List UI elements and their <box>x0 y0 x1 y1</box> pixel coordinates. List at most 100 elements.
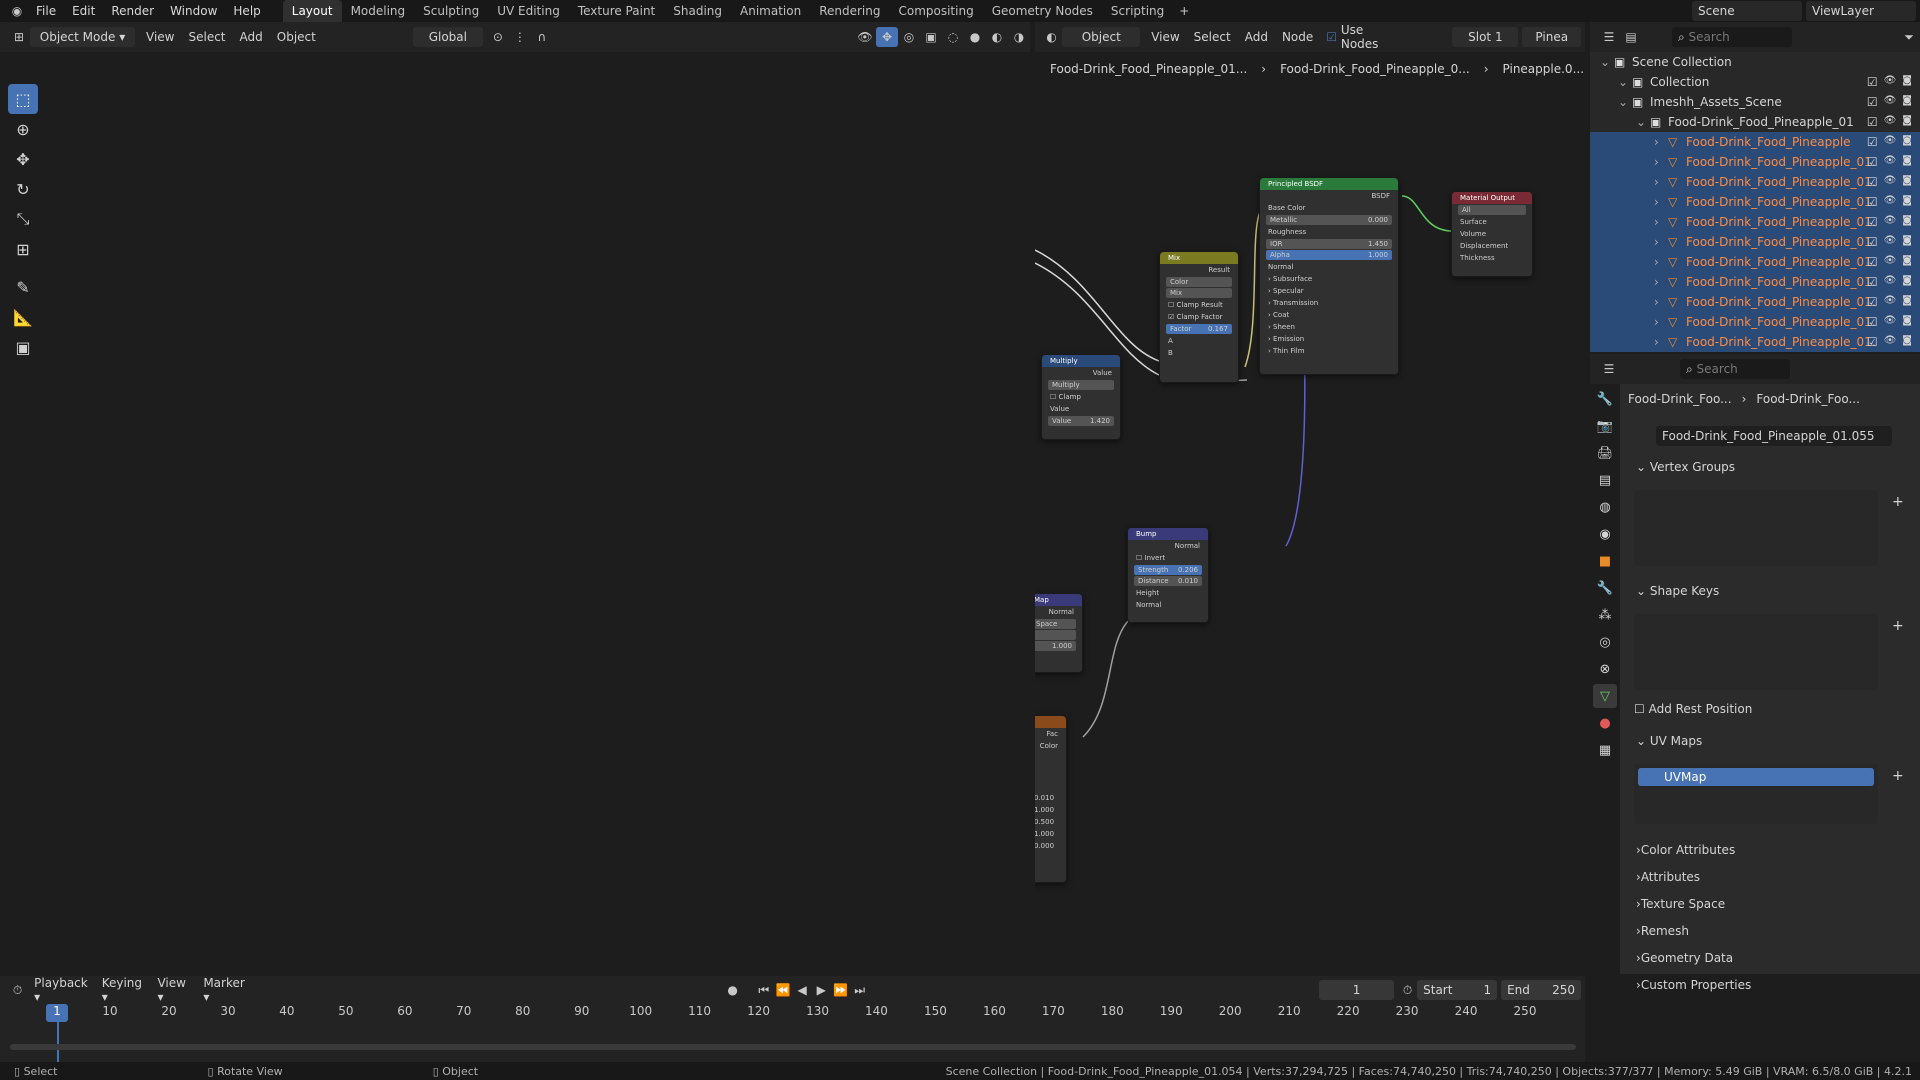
ramp-value-4[interactable]: 0.000 <box>1035 840 1066 852</box>
timeline-menu-playback[interactable]: Playback ▾ <box>27 976 95 1004</box>
vertex-groups-header[interactable]: ⌄ Vertex Groups <box>1620 454 1920 480</box>
tab-modeling[interactable]: Modeling <box>342 0 415 22</box>
rotate-tool[interactable]: ↻ <box>8 174 38 204</box>
clamp-factor-checkbox[interactable]: ☑ Clamp Factor <box>1160 311 1238 323</box>
panel-texture-space[interactable]: › Texture Space <box>1620 890 1920 917</box>
shader-type-dropdown[interactable]: Object <box>1062 27 1141 47</box>
ramp-value-2[interactable]: 0.500 <box>1035 816 1066 828</box>
tab-animation[interactable]: Animation <box>731 0 810 22</box>
panel-transmission[interactable]: › Transmission <box>1260 297 1398 309</box>
eye-icon[interactable]: 👁 <box>1884 275 1897 289</box>
eye-icon[interactable]: 👁 <box>1884 155 1897 169</box>
output-surface-input[interactable]: Surface <box>1452 216 1532 228</box>
outliner-row[interactable]: › ▽ Food-Drink_Food_Pineapple_01. ☑ 👁 ◙ <box>1590 292 1920 312</box>
texture-tab-icon[interactable]: ▦ <box>1593 738 1617 762</box>
outliner-expand-icon[interactable]: › <box>1654 195 1668 209</box>
node-menu-select[interactable]: Select <box>1187 30 1238 44</box>
material-selector[interactable]: Pinea <box>1522 27 1581 47</box>
ortho-grid-icon[interactable]: ⊞ <box>1000 267 1013 285</box>
prop-breadcrumb-mesh[interactable]: Food-Drink_Foo... <box>1756 392 1860 406</box>
outliner-row[interactable]: › ▽ Food-Drink_Food_Pineapple_01. ☑ 👁 ◙ <box>1590 212 1920 232</box>
uv-maps-add-icon[interactable]: + <box>1892 768 1904 784</box>
alpha-field[interactable]: Alpha 1.000 <box>1266 250 1392 260</box>
filter-icon[interactable]: ⏷ <box>1898 27 1920 47</box>
tab-rendering[interactable]: Rendering <box>810 0 889 22</box>
principled-bsdf-node[interactable]: Principled BSDF BSDF Base Color Metallic… <box>1259 177 1399 375</box>
node-menu-node[interactable]: Node <box>1275 30 1320 44</box>
jump-end-icon[interactable]: ⏭ <box>850 980 869 1000</box>
outliner-row[interactable]: › ▽ Food-Drink_Food_Pineapple_01. ☑ 👁 ◙ <box>1590 312 1920 332</box>
mix-node[interactable]: Mix Result Color Mix ☐ Clamp Result ☑ Cl… <box>1159 251 1239 383</box>
bump-height-input[interactable]: Height <box>1128 587 1208 599</box>
play-reverse-icon[interactable]: ◀ <box>793 980 812 1000</box>
particles-tab-icon[interactable]: ⁂ <box>1593 603 1617 627</box>
shape-keys-add-icon[interactable]: + <box>1892 618 1904 634</box>
camera-render-icon[interactable]: ◙ <box>1902 75 1912 89</box>
mix-factor-field[interactable]: Factor 0.167 <box>1166 324 1232 334</box>
outliner-row[interactable]: ⌄ ▣ Food-Drink_Food_Pineapple_01 ☑ 👁 ◙ <box>1590 112 1920 132</box>
camera-render-icon[interactable]: ◙ <box>1902 255 1912 269</box>
node-menu-add[interactable]: Add <box>1238 30 1275 44</box>
next-keyframe-icon[interactable]: ⏩ <box>831 980 850 1000</box>
eye-icon[interactable]: 👁 <box>1884 95 1897 109</box>
slot-dropdown[interactable]: Slot 1 <box>1452 27 1519 47</box>
3d-viewport[interactable]: User Perspective (1) Scene Collection | … <box>0 52 1030 974</box>
measure-tool[interactable]: 📐 <box>8 302 38 332</box>
tab-compositing[interactable]: Compositing <box>889 0 982 22</box>
eye-icon[interactable]: 👁 <box>1884 195 1897 209</box>
outliner-expand-icon[interactable]: › <box>1654 155 1668 169</box>
outliner-expand-icon[interactable]: › <box>1654 255 1668 269</box>
ramp-value-3[interactable]: 1.000 <box>1035 828 1066 840</box>
viewport-menu-add[interactable]: Add <box>233 30 270 44</box>
camera-render-icon[interactable]: ◙ <box>1902 115 1912 129</box>
annotate-tool[interactable]: ✎ <box>8 272 38 302</box>
panel-subsurface[interactable]: › Subsurface <box>1260 273 1398 285</box>
checkbox-icon[interactable]: ☑ <box>1867 315 1878 329</box>
move-tool[interactable]: ✥ <box>8 144 38 174</box>
snap-icon[interactable]: ⋮ <box>509 27 531 47</box>
viewport-menu-object[interactable]: Object <box>270 30 323 44</box>
outliner-row[interactable]: › ▽ Food-Drink_Food_Pineapple ☑ 👁 ◙ <box>1590 132 1920 152</box>
camera-render-icon[interactable]: ◙ <box>1902 195 1912 209</box>
checkbox-icon[interactable]: ☑ <box>1867 175 1878 189</box>
world-tab-icon[interactable]: ◉ <box>1593 522 1617 546</box>
ramp-value-0[interactable]: 0.010 <box>1035 792 1066 804</box>
xray-icon[interactable]: ▣ <box>920 27 942 47</box>
panel-thin-film[interactable]: › Thin Film <box>1260 345 1398 357</box>
multiply-clamp-checkbox[interactable]: ☐ Clamp <box>1042 391 1120 403</box>
camera-render-icon[interactable]: ◙ <box>1902 295 1912 309</box>
outliner-row[interactable]: ⌄ ▣ Scene Collection <box>1590 52 1920 72</box>
ramp-value-1[interactable]: 1.000 <box>1035 804 1066 816</box>
options-dropdown[interactable]: Options <box>964 55 1026 75</box>
eye-icon[interactable]: 👁 <box>1884 295 1897 309</box>
normal-map-node[interactable]: Map Normal Space 1.000 <box>1035 593 1083 673</box>
transform-tool[interactable]: ⊞ <box>8 234 38 264</box>
checkbox-icon[interactable]: ☑ <box>1867 135 1878 149</box>
mix-a-input[interactable]: A <box>1160 335 1238 347</box>
output-volume-input[interactable]: Volume <box>1452 228 1532 240</box>
panel-custom-properties[interactable]: › Custom Properties <box>1620 971 1920 998</box>
clock-icon[interactable]: ⏱ <box>1398 980 1417 1000</box>
menu-help[interactable]: Help <box>225 0 268 22</box>
normal-input[interactable]: Normal <box>1260 261 1398 273</box>
bump-node[interactable]: Bump Normal ☐ Invert Strength 0.206 Dista… <box>1127 527 1209 623</box>
eye-icon[interactable]: 👁 <box>1884 235 1897 249</box>
eye-icon[interactable]: 👁 <box>1884 315 1897 329</box>
shape-keys-header[interactable]: ⌄ Shape Keys <box>1620 578 1920 604</box>
properties-search[interactable]: ⌕ Search <box>1680 359 1790 379</box>
transform-orientation-dropdown[interactable]: Global <box>412 27 483 47</box>
uv-maps-header[interactable]: ⌄ UV Maps <box>1620 728 1920 754</box>
eye-icon[interactable]: 👁 <box>1884 115 1897 129</box>
metallic-field[interactable]: Metallic 0.000 <box>1266 215 1392 225</box>
output-thickness-input[interactable]: Thickness <box>1452 252 1532 264</box>
output-tab-icon[interactable]: 🖨 <box>1593 441 1617 465</box>
bump-distance-field[interactable]: Distance 0.010 <box>1134 576 1202 586</box>
timeline-menu-marker[interactable]: Marker ▾ <box>196 976 253 1004</box>
view-layer-tab-icon[interactable]: ▤ <box>1593 468 1617 492</box>
breadcrumb-object[interactable]: Food-Drink_Food_Pineapple_01... <box>1050 62 1247 76</box>
checkbox-icon[interactable]: ☑ <box>1867 195 1878 209</box>
uvmap-item[interactable]: UVMap <box>1638 768 1874 786</box>
multiply-op-dropdown[interactable]: Multiply <box>1048 380 1114 390</box>
checkbox-icon[interactable]: ☑ <box>1867 255 1878 269</box>
vertex-groups-add-icon[interactable]: + <box>1892 494 1904 510</box>
